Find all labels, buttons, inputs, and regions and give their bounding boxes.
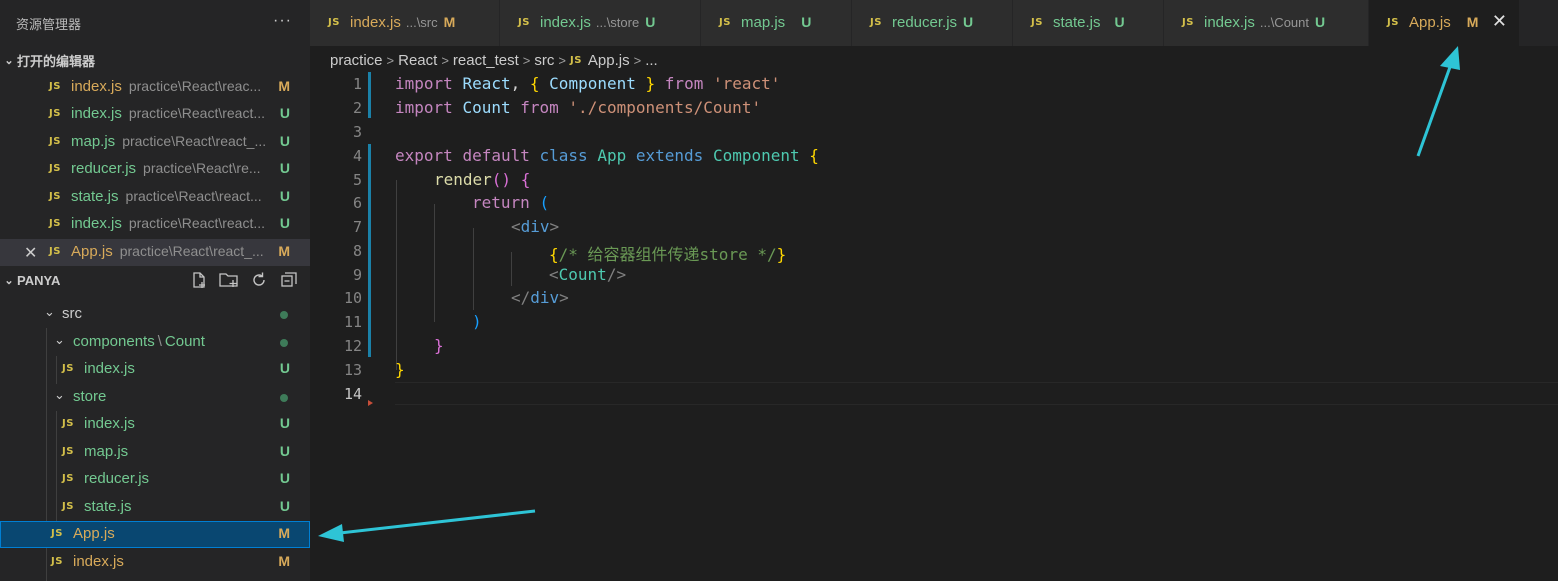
annotation-arrow-file	[318, 509, 536, 542]
annotation-arrow-tab	[1416, 46, 1460, 157]
annotation-arrows	[318, 46, 1460, 542]
